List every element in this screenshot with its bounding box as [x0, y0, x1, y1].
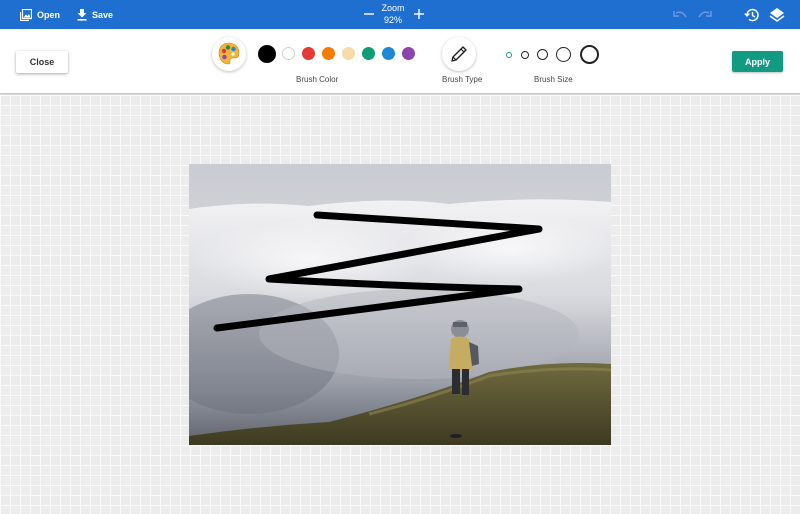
save-label: Save [92, 9, 114, 20]
zoom-in-icon [414, 9, 424, 19]
apply-button[interactable]: Apply [732, 51, 783, 72]
swatch-orange[interactable] [322, 47, 335, 60]
open-button[interactable]: Open [20, 0, 60, 29]
brush-color-label: Brush Color [296, 75, 339, 84]
zoom-label: Zoom [381, 3, 405, 13]
undo-icon [673, 11, 687, 18]
zoom-value: 92% [383, 15, 402, 25]
open-label: Open [37, 9, 61, 20]
photo-scene [189, 164, 611, 445]
redo-icon [698, 11, 712, 18]
color-picker-button[interactable] [212, 37, 246, 71]
pencil-icon [451, 46, 467, 62]
swatch-red[interactable] [302, 47, 315, 60]
history-button[interactable] [743, 6, 761, 24]
brush-size-xs[interactable] [506, 52, 512, 58]
layers-icon [769, 8, 785, 22]
brush-size-l[interactable] [556, 47, 571, 62]
layers-button[interactable] [768, 6, 786, 24]
save-button[interactable]: Save [77, 0, 113, 29]
close-button[interactable]: Close [16, 51, 68, 73]
brush-size-s[interactable] [521, 51, 529, 59]
swatch-purple[interactable] [402, 47, 415, 60]
brush-size-label: Brush Size [534, 75, 573, 84]
swatch-blue[interactable] [382, 47, 395, 60]
zoom-out-button[interactable] [362, 5, 376, 23]
swatch-green[interactable] [362, 47, 375, 60]
image-icon [20, 8, 32, 21]
brush-toolbar: Close Brush Color Brush Type Brush Size … [0, 29, 800, 94]
brush-size-xl[interactable] [580, 45, 599, 64]
redo-button[interactable] [696, 6, 714, 24]
canvas-image[interactable] [189, 164, 611, 445]
top-bar: Open Save Zoom 92% [0, 0, 800, 29]
zoom-out-icon [364, 13, 374, 15]
brush-type-button[interactable] [442, 37, 476, 71]
brush-type-label: Brush Type [442, 75, 483, 84]
undo-button[interactable] [671, 6, 689, 24]
palette-icon [218, 42, 240, 65]
swatch-black[interactable] [258, 45, 276, 63]
swatch-white[interactable] [282, 47, 295, 60]
download-icon [77, 8, 87, 21]
zoom-control: Zoom 92% [360, 0, 426, 29]
brush-size-m[interactable] [537, 49, 548, 60]
history-icon [744, 8, 759, 22]
swatch-beige[interactable] [342, 47, 355, 60]
zoom-in-button[interactable] [412, 5, 426, 23]
